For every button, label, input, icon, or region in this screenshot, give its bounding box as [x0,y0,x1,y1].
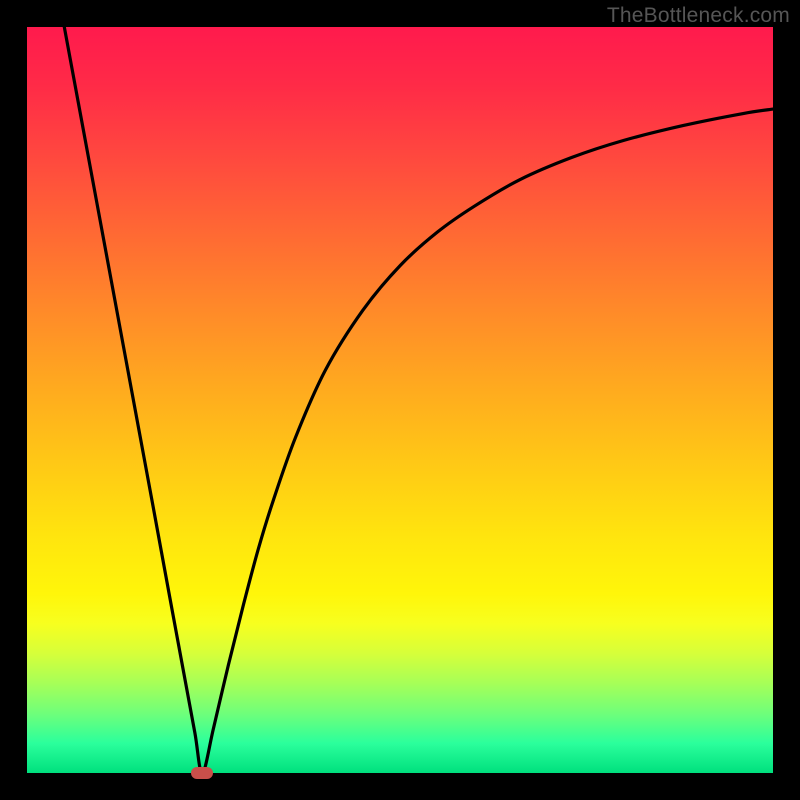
chart-frame: TheBottleneck.com [0,0,800,800]
watermark-text: TheBottleneck.com [607,4,790,28]
plot-area [27,27,773,773]
bottleneck-curve [27,27,773,773]
curve-path [64,27,773,773]
optimum-marker [191,767,213,779]
